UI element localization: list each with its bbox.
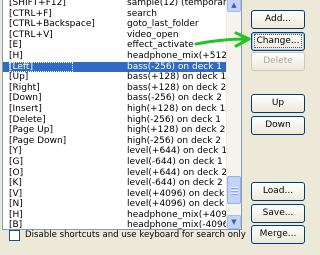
shortcut-row[interactable]: [Down] bass(-256) on deck 2 <box>3 93 226 104</box>
add-button[interactable]: Add... <box>251 10 305 29</box>
grip-line <box>231 190 238 192</box>
shortcut-row[interactable]: [Page Down] high(-256) on deck 2 <box>3 136 226 147</box>
disable-shortcuts-checkbox[interactable] <box>9 230 20 241</box>
save-button-label: Save... <box>262 208 294 218</box>
save-button[interactable]: Save... <box>251 204 305 223</box>
shortcut-action: effect_activate <box>127 40 194 51</box>
grip-line <box>231 193 238 195</box>
shortcut-action: bass(+128) on deck 2 <box>127 82 227 93</box>
shortcut-row[interactable]: [H] headphone_mix(+512) <box>3 50 230 62</box>
shortcut-action: level(+4096) on deck 2 <box>127 199 233 210</box>
shortcut-action: high(-256) on deck 1 <box>127 114 221 125</box>
shortcut-row[interactable]: [Y] level(+644) on deck 1 <box>3 146 228 157</box>
shortcut-action: high(-256) on deck 2 <box>127 135 221 146</box>
shortcut-key: [CTRL+Backspace] <box>9 19 95 30</box>
shortcut-row[interactable]: [CTRL+Backspace] goto_last_folder <box>3 19 226 30</box>
scroll-thumb[interactable] <box>227 176 241 204</box>
shortcut-action: level(+644) on deck 2 <box>127 167 228 178</box>
shortcut-row[interactable]: [K] level(-644) on deck 2 <box>3 178 226 189</box>
shortcut-row[interactable]: [Up] bass(+128) on deck 1 <box>3 72 226 83</box>
move-down-button-label: Down <box>265 120 291 130</box>
shortcut-action: headphone_mix(+4096) <box>127 209 237 220</box>
shortcut-key: [CTRL+V] <box>9 29 53 40</box>
shortcut-row[interactable]: [Delete] high(-256) on deck 1 <box>3 115 226 126</box>
merge-button[interactable]: Merge... <box>251 225 305 244</box>
shortcut-rows: [SHIFT+F12] sample(12) (temporary) [CTRL+F… <box>3 0 236 230</box>
shortcut-key: [Page Down] <box>9 135 67 146</box>
shortcut-row[interactable]: [N] level(+4096) on deck 2 <box>3 199 233 210</box>
shortcut-key: [E] <box>9 40 22 51</box>
shortcut-action: bass(-256) on deck 1 <box>127 61 222 72</box>
move-up-button-label: Up <box>271 98 285 108</box>
shortcut-action: headphone_mix(+512) <box>127 50 231 61</box>
shortcut-action: level(-644) on deck 2 <box>127 178 223 189</box>
shortcut-action: sample(12) (temporary) <box>127 0 236 8</box>
chevron-up-icon: ▲ <box>231 1 237 9</box>
shortcut-key: [B] <box>9 220 23 230</box>
shortcut-key: [Left] <box>9 61 73 73</box>
shortcut-row[interactable]: [E] effect_activate <box>3 40 226 51</box>
shortcut-action: level(+4096) on deck 1 <box>127 188 233 199</box>
shortcut-key: [Delete] <box>9 114 46 125</box>
scroll-down-button[interactable]: ▼ <box>227 215 241 229</box>
shortcut-action: search <box>127 8 157 19</box>
shortcut-key: [SHIFT+F12] <box>9 0 66 8</box>
shortcut-key: [Y] <box>9 146 22 157</box>
shortcut-key: [Insert] <box>9 103 42 114</box>
shortcut-action: bass(+128) on deck 1 <box>127 72 227 83</box>
merge-button-label: Merge... <box>259 229 297 239</box>
chevron-down-icon: ▼ <box>231 218 237 226</box>
move-up-button[interactable]: Up <box>251 94 305 113</box>
load-button[interactable]: Load... <box>251 182 305 201</box>
move-down-button[interactable]: Down <box>251 116 305 135</box>
change-button-label: Change... <box>254 34 302 48</box>
shortcut-action: goto_last_folder <box>127 19 199 30</box>
shortcut-row[interactable]: [CTRL+F] search <box>3 9 226 20</box>
shortcut-row[interactable]: [SHIFT+F12] sample(12) (temporary) <box>3 0 235 9</box>
shortcut-row[interactable]: [G] level(-644) on deck 1 <box>3 157 226 168</box>
shortcut-action: video_open <box>127 29 179 40</box>
shortcut-action: headphone_mix(-4096) <box>127 220 232 230</box>
shortcut-key: [H] <box>9 209 23 220</box>
disable-shortcuts-label: Disable shortcuts and use keyboard for s… <box>25 230 246 240</box>
shortcut-row[interactable]: [Right] bass(+128) on deck 2 <box>3 83 226 94</box>
delete-button-label: Delete <box>263 56 293 66</box>
shortcut-row[interactable]: [CTRL+V] video_open <box>3 30 226 41</box>
shortcut-action: level(+644) on deck 1 <box>127 146 228 157</box>
delete-button[interactable]: Delete <box>251 52 305 71</box>
shortcut-key: [Right] <box>9 82 40 93</box>
shortcut-action: high(+128) on deck 2 <box>127 125 226 136</box>
shortcut-key: [K] <box>9 178 22 189</box>
shortcut-list[interactable]: [SHIFT+F12] sample(12) (temporary) [CTRL+F… <box>2 0 242 230</box>
shortcut-row[interactable]: [B] headphone_mix(-4096) <box>3 220 232 230</box>
vertical-scrollbar[interactable]: ▲ ▼ <box>226 0 241 229</box>
change-button[interactable]: Change... <box>251 32 305 51</box>
add-button-label: Add... <box>264 14 291 24</box>
shortcut-action: bass(-256) on deck 2 <box>127 93 222 104</box>
shortcut-row[interactable]: [V] level(+4096) on deck 1 <box>3 188 233 200</box>
shortcut-action: level(-644) on deck 1 <box>127 156 223 167</box>
shortcut-key: [Down] <box>9 93 42 104</box>
load-button-label: Load... <box>262 186 294 196</box>
shortcut-key: [H] <box>9 50 23 61</box>
scroll-up-button[interactable]: ▲ <box>227 0 241 12</box>
grip-line <box>231 187 238 189</box>
shortcut-row[interactable]: [Page Up] high(+128) on deck 2 <box>3 125 226 136</box>
shortcut-row[interactable]: [Left] bass(-256) on deck 1 <box>3 61 226 73</box>
shortcut-key: [N] <box>9 199 23 210</box>
shortcut-row[interactable]: [H] headphone_mix(+4096) <box>3 209 236 221</box>
shortcut-key: [Page Up] <box>9 125 53 136</box>
shortcut-row[interactable]: [O] level(+644) on deck 2 <box>3 167 228 179</box>
shortcut-key: [V] <box>9 188 23 199</box>
shortcut-key: [G] <box>9 156 23 167</box>
shortcut-key: [O] <box>9 167 24 178</box>
shortcut-key: [Up] <box>9 72 29 83</box>
shortcut-row[interactable]: [Insert] high(+128) on deck 1 <box>3 104 226 115</box>
shortcut-action: high(+128) on deck 1 <box>127 103 226 114</box>
shortcut-key: [CTRL+F] <box>9 8 52 19</box>
